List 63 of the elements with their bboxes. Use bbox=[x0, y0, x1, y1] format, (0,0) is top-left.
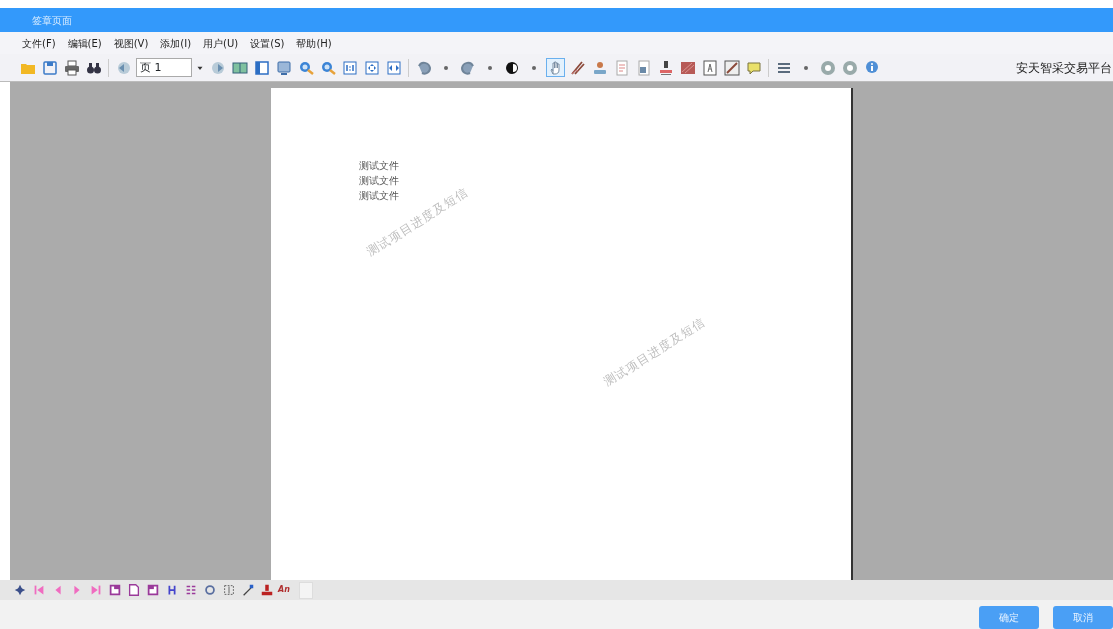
printer-icon bbox=[63, 59, 80, 76]
menu-item[interactable]: 视图(V) bbox=[113, 35, 149, 51]
save-icon bbox=[41, 59, 58, 76]
info-icon bbox=[863, 59, 880, 76]
stamp-icon bbox=[657, 59, 674, 76]
monitor-icon bbox=[275, 59, 292, 76]
hand-tool[interactable] bbox=[546, 58, 565, 77]
text-tool[interactable]: An bbox=[278, 584, 294, 596]
circle-button-tool[interactable] bbox=[840, 58, 859, 77]
watermark-text: 测试项目进度及短信 bbox=[599, 314, 709, 391]
platform-name: 安天智采交易平台 bbox=[1016, 59, 1113, 77]
menu-item[interactable]: 用户(U) bbox=[203, 35, 239, 51]
pen-document-tool[interactable] bbox=[722, 58, 741, 77]
fit-width-tool[interactable] bbox=[384, 58, 403, 77]
stamp-icon[interactable] bbox=[260, 583, 274, 597]
printer-tool[interactable] bbox=[62, 58, 81, 77]
actual-size-tool[interactable] bbox=[340, 58, 359, 77]
dotted-frame-icon[interactable] bbox=[222, 583, 236, 597]
circle-button-tool[interactable] bbox=[818, 58, 837, 77]
circle-button-icon bbox=[819, 59, 836, 76]
letter-document-tool[interactable] bbox=[700, 58, 719, 77]
ring-icon[interactable] bbox=[203, 583, 217, 597]
book-icon bbox=[231, 59, 248, 76]
letter-document-icon bbox=[701, 59, 718, 76]
actual-size-icon bbox=[341, 59, 358, 76]
document-icon bbox=[613, 59, 630, 76]
layout-panel-tool[interactable] bbox=[252, 58, 271, 77]
circle-button-icon bbox=[841, 59, 858, 76]
layout-panel-icon bbox=[253, 59, 270, 76]
document-text: 测试文件 bbox=[358, 174, 399, 188]
window-title: 签章页面 bbox=[32, 13, 72, 28]
document-text: 测试文件 bbox=[358, 189, 399, 203]
document-image-icon bbox=[635, 59, 652, 76]
dot-icon bbox=[531, 65, 536, 70]
menu-item[interactable]: 添加(I) bbox=[160, 35, 192, 51]
monitor-tool[interactable] bbox=[274, 58, 293, 77]
document-text: 测试文件 bbox=[358, 159, 399, 173]
page-icon[interactable] bbox=[108, 583, 122, 597]
menu-item[interactable]: 设置(S) bbox=[250, 35, 285, 51]
arrow-left-icon bbox=[115, 59, 132, 76]
person-stamp-icon bbox=[591, 59, 608, 76]
menu-item[interactable]: 编辑(E) bbox=[67, 35, 102, 51]
menu-item[interactable]: 文件(F) bbox=[22, 35, 56, 51]
menu-item[interactable]: 帮助(H) bbox=[296, 35, 332, 51]
fit-page-icon bbox=[363, 59, 380, 76]
last-page-icon[interactable] bbox=[89, 583, 103, 597]
dot-icon bbox=[443, 65, 448, 70]
dot-icon bbox=[803, 65, 808, 70]
hatched-square-icon bbox=[679, 59, 696, 76]
fit-width-icon bbox=[385, 59, 402, 76]
zoom-in-icon bbox=[297, 59, 314, 76]
save-tool[interactable] bbox=[40, 58, 59, 77]
fit-page-tool[interactable] bbox=[362, 58, 381, 77]
zoom-out-icon bbox=[319, 59, 336, 76]
comment-icon bbox=[745, 59, 762, 76]
grid-icon[interactable] bbox=[184, 583, 198, 597]
arrow-right-icon bbox=[209, 59, 226, 76]
pen-document-icon bbox=[723, 59, 740, 76]
page-icon[interactable] bbox=[127, 583, 141, 597]
page-icon[interactable] bbox=[146, 583, 160, 597]
dot-icon bbox=[487, 65, 492, 70]
first-page-icon[interactable] bbox=[32, 583, 46, 597]
page-field[interactable]: 页 1 bbox=[136, 58, 192, 77]
